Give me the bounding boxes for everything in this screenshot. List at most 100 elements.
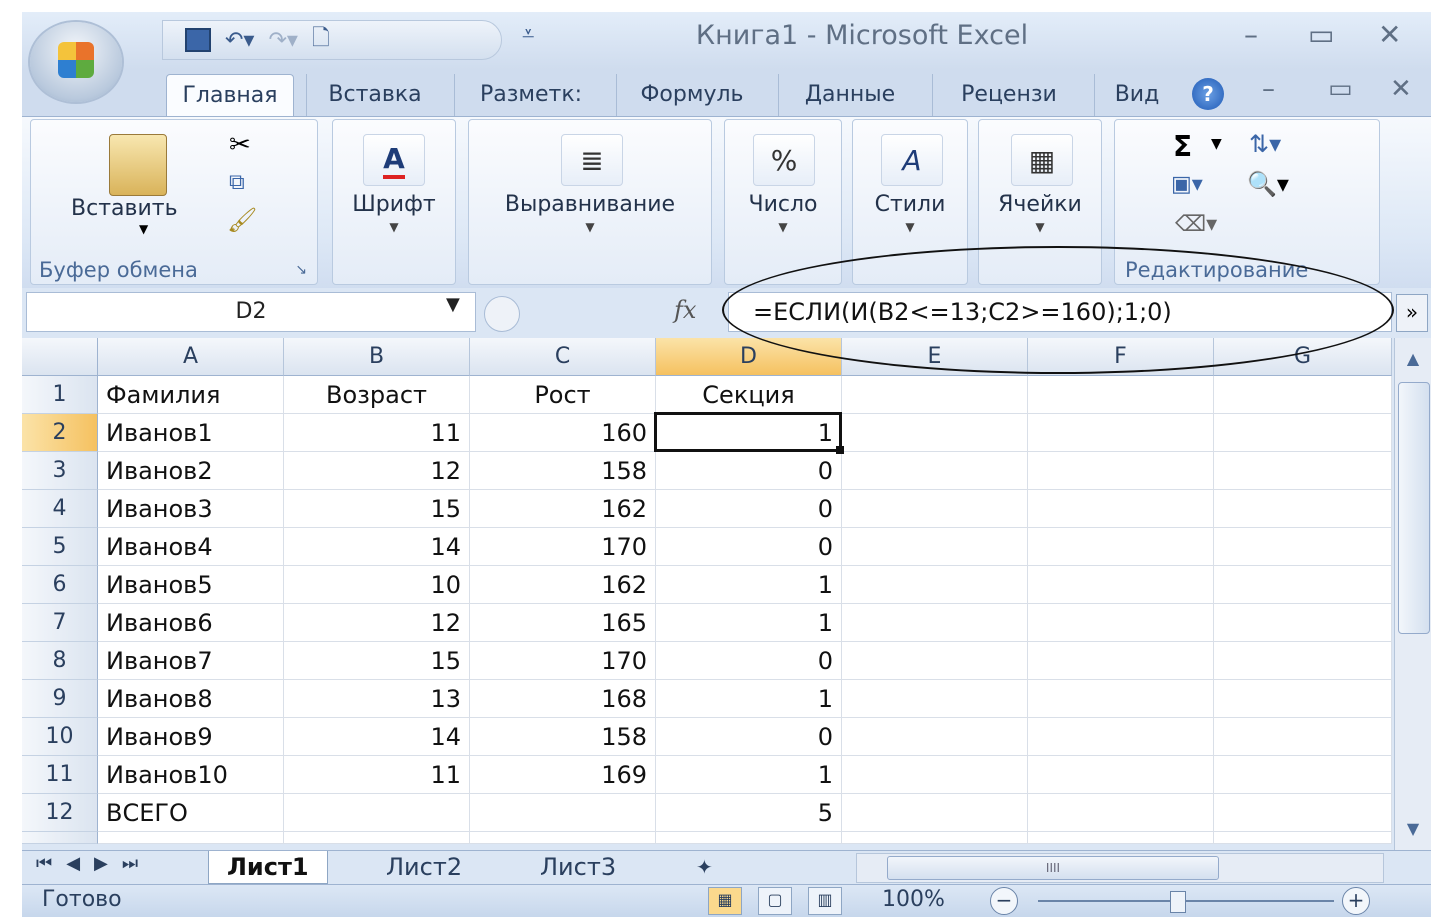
cell-g11[interactable] <box>1214 756 1392 794</box>
cell-d10[interactable]: 0 <box>656 718 842 756</box>
cell-a7[interactable]: Иванов6 <box>98 604 284 642</box>
cell-e6[interactable] <box>842 566 1028 604</box>
row-header[interactable]: 9 <box>22 680 98 718</box>
cell-b8[interactable]: 15 <box>284 642 470 680</box>
cell-b3[interactable]: 12 <box>284 452 470 490</box>
tab-home[interactable]: Главная <box>166 74 294 117</box>
cell-e3[interactable] <box>842 452 1028 490</box>
cell-f12[interactable] <box>1028 794 1214 832</box>
sheet-tab-2[interactable]: Лист2 <box>368 851 480 883</box>
cell-d7[interactable]: 1 <box>656 604 842 642</box>
tab-view[interactable]: Вид <box>1094 74 1179 116</box>
cell-f4[interactable] <box>1028 490 1214 528</box>
cell-e12[interactable] <box>842 794 1028 832</box>
tab-insert[interactable]: Вставка <box>306 74 443 116</box>
zoom-slider-thumb[interactable] <box>1170 891 1186 913</box>
zoom-level[interactable]: 100% <box>882 887 945 912</box>
clear-icon[interactable]: ⌫▾ <box>1175 212 1217 237</box>
sheet-tab-3[interactable]: Лист3 <box>522 851 634 883</box>
doc-minimize-icon[interactable]: – <box>1262 74 1275 104</box>
save-icon[interactable] <box>185 28 211 52</box>
cell-f2[interactable] <box>1028 414 1214 452</box>
print-preview-icon[interactable]: 🗋 <box>312 21 330 59</box>
cell-e9[interactable] <box>842 680 1028 718</box>
cell-g8[interactable] <box>1214 642 1392 680</box>
tab-formulas[interactable]: Формуль <box>616 74 767 116</box>
column-header-b[interactable]: B <box>284 338 470 376</box>
cell-b7[interactable]: 12 <box>284 604 470 642</box>
column-header-c[interactable]: C <box>470 338 656 376</box>
cell-a8[interactable]: Иванов7 <box>98 642 284 680</box>
cell-c10[interactable]: 158 <box>470 718 656 756</box>
row-header[interactable]: 8 <box>22 642 98 680</box>
cell-c3[interactable]: 158 <box>470 452 656 490</box>
zoom-out-icon[interactable]: − <box>990 887 1018 915</box>
cell-f[interactable] <box>1028 832 1214 844</box>
cell-f7[interactable] <box>1028 604 1214 642</box>
row-header[interactable] <box>22 832 98 844</box>
maximize-icon[interactable]: ▭ <box>1308 18 1334 51</box>
fill-icon[interactable]: ▣▾ <box>1171 172 1203 197</box>
cell-d11[interactable]: 1 <box>656 756 842 794</box>
cell-d3[interactable]: 0 <box>656 452 842 490</box>
page-layout-view-icon[interactable]: ▢ <box>758 887 792 915</box>
cell-b9[interactable]: 13 <box>284 680 470 718</box>
cell-b1[interactable]: Возраст <box>284 376 470 414</box>
row-header[interactable]: 11 <box>22 756 98 794</box>
fill-handle[interactable] <box>836 446 844 454</box>
cell-c[interactable] <box>470 832 656 844</box>
copy-icon[interactable]: ⧉ <box>229 170 245 195</box>
cell-g9[interactable] <box>1214 680 1392 718</box>
cell-e10[interactable] <box>842 718 1028 756</box>
cell-g12[interactable] <box>1214 794 1392 832</box>
cell-d6[interactable]: 1 <box>656 566 842 604</box>
autosum-icon[interactable]: Σ <box>1173 130 1192 163</box>
zoom-slider[interactable] <box>1038 900 1334 902</box>
row-header[interactable]: 5 <box>22 528 98 566</box>
doc-restore-icon[interactable]: ▭ <box>1328 74 1353 104</box>
cell-g6[interactable] <box>1214 566 1392 604</box>
tab-data[interactable]: Данные <box>778 74 921 116</box>
cell-c1[interactable]: Рост <box>470 376 656 414</box>
cell-a3[interactable]: Иванов2 <box>98 452 284 490</box>
alignment-button[interactable]: Выравнивание <box>469 192 711 217</box>
tab-review[interactable]: Рецензи <box>932 74 1085 116</box>
row-header[interactable]: 2 <box>22 414 98 452</box>
expand-formula-bar-icon[interactable]: » <box>1396 294 1428 332</box>
cell-b12[interactable] <box>284 794 470 832</box>
column-header-a[interactable]: A <box>98 338 284 376</box>
number-dropdown-icon[interactable]: ▼ <box>725 220 841 234</box>
cell-e5[interactable] <box>842 528 1028 566</box>
row-header[interactable]: 12 <box>22 794 98 832</box>
office-button[interactable] <box>30 22 122 102</box>
cell-a5[interactable]: Иванов4 <box>98 528 284 566</box>
cell-e1[interactable] <box>842 376 1028 414</box>
cell-g7[interactable] <box>1214 604 1392 642</box>
cell-b5[interactable]: 14 <box>284 528 470 566</box>
cell-c12[interactable] <box>470 794 656 832</box>
cells-dropdown-icon[interactable]: ▼ <box>979 220 1101 234</box>
cell-c11[interactable]: 169 <box>470 756 656 794</box>
cell-c6[interactable]: 162 <box>470 566 656 604</box>
cell-e8[interactable] <box>842 642 1028 680</box>
cell-b6[interactable]: 10 <box>284 566 470 604</box>
cell-e11[interactable] <box>842 756 1028 794</box>
cell-f5[interactable] <box>1028 528 1214 566</box>
cell-e4[interactable] <box>842 490 1028 528</box>
sheet-tab-1[interactable]: Лист1 <box>208 851 328 884</box>
cell-d5[interactable]: 0 <box>656 528 842 566</box>
cell-a10[interactable]: Иванов9 <box>98 718 284 756</box>
cell-f6[interactable] <box>1028 566 1214 604</box>
cell-a[interactable] <box>98 832 284 844</box>
row-header[interactable]: 1 <box>22 376 98 414</box>
cell-f3[interactable] <box>1028 452 1214 490</box>
autosum-dropdown-icon[interactable]: ▼ <box>1211 136 1222 152</box>
cell-b2[interactable]: 11 <box>284 414 470 452</box>
find-select-icon[interactable]: 🔍▾ <box>1247 170 1289 198</box>
cell-e2[interactable] <box>842 414 1028 452</box>
help-icon[interactable]: ? <box>1192 78 1224 110</box>
scroll-up-icon[interactable]: ▲ <box>1398 344 1428 374</box>
cell-f8[interactable] <box>1028 642 1214 680</box>
minimize-icon[interactable]: – <box>1244 18 1258 51</box>
styles-dropdown-icon[interactable]: ▼ <box>853 220 967 234</box>
